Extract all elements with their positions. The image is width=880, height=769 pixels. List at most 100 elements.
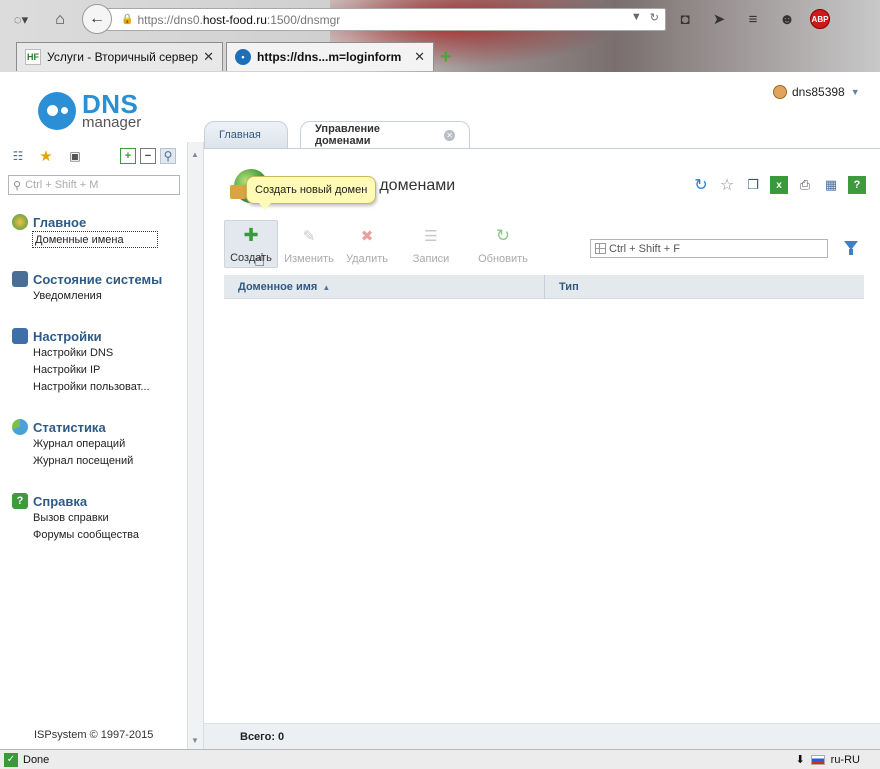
page-header-actions: ↻ ☆ ❐ x ⎙ ▦ ? xyxy=(692,176,866,194)
help-icon: ? xyxy=(12,493,28,509)
sidebar-search-input[interactable]: ⚲ Ctrl + Shift + M xyxy=(8,175,180,195)
browser-tab-1[interactable]: HF Услуги - Вторичный сервер... ✕ xyxy=(16,42,223,71)
home-globe-icon xyxy=(12,214,28,230)
sidebar-item-notifications[interactable]: Уведомления xyxy=(33,288,162,305)
sidebar-toolbar: ☷ ★ ▣ + − ⚲ xyxy=(10,148,180,166)
filter-search-input[interactable]: Ctrl + Shift + F xyxy=(590,239,828,258)
logo-icon xyxy=(38,91,76,130)
table-footer: Всего: 0 xyxy=(204,723,880,750)
add-document-icon: ✚ xyxy=(243,224,259,245)
checkmark-icon: ✓ xyxy=(4,752,18,767)
smiley-icon[interactable]: ☻ xyxy=(776,8,798,30)
reload-icon[interactable]: ↻ xyxy=(692,176,710,194)
column-header-domain-name[interactable]: Доменное имя ▲ xyxy=(224,275,545,299)
refresh-icon: ↻ xyxy=(495,226,511,245)
sidebar-group-title: Главное xyxy=(33,214,87,230)
refresh-button[interactable]: ↻ Обновить xyxy=(474,220,532,268)
pie-chart-icon xyxy=(12,419,28,435)
delete-button[interactable]: ✖ Удалить xyxy=(338,220,396,268)
pin-icon[interactable]: ⚲ xyxy=(160,148,176,164)
table-settings-icon[interactable]: ▦ xyxy=(822,176,840,194)
sidebar-group-header[interactable]: Состояние системы xyxy=(12,270,162,288)
column-header-type[interactable]: Тип xyxy=(545,275,579,299)
sidebar-item-community-forums[interactable]: Форумы сообщества xyxy=(33,527,139,544)
sidebar-group-header[interactable]: Настройки xyxy=(12,327,150,345)
close-tab-icon[interactable]: ✕ xyxy=(203,49,214,65)
create-tooltip: Создать новый домен xyxy=(246,176,377,210)
tree-view-icon[interactable]: ☷ xyxy=(10,148,26,164)
search-icon: ⚲ xyxy=(13,179,22,192)
theme-icon[interactable]: ◌▾ xyxy=(6,9,36,31)
sidebar-item-dns-settings[interactable]: Настройки DNS xyxy=(33,345,150,362)
scroll-down-icon[interactable]: ▼ xyxy=(191,736,199,745)
browser-tab-2[interactable]: • https://dns...m=loginform ✕ xyxy=(226,42,434,71)
refresh-label: Обновить xyxy=(478,253,528,265)
reload-icon[interactable]: ↻ xyxy=(650,11,659,24)
records-icon: ☰ xyxy=(424,228,438,245)
sidebar-item-visits-log[interactable]: Журнал посещений xyxy=(33,453,133,470)
favorite-star-icon[interactable]: ☆ xyxy=(718,176,736,194)
url-host: host-food.ru xyxy=(202,12,267,27)
logo-subtitle: manager xyxy=(82,114,142,131)
sidebar-group-help: ? Справка Вызов справки Форумы сообществ… xyxy=(12,492,139,544)
print-icon[interactable]: ⎙ xyxy=(796,176,814,194)
sidebar-item-ip-settings[interactable]: Настройки IP xyxy=(33,362,150,379)
filter-placeholder: Ctrl + Shift + F xyxy=(609,242,680,255)
briefcase-icon[interactable]: ▣ xyxy=(67,148,83,164)
sidebar-group-system-status: Состояние системы Уведомления xyxy=(12,270,162,305)
tab-label: Управление доменами xyxy=(315,123,381,147)
excel-export-icon[interactable]: x xyxy=(770,176,788,194)
url-suffix: :1500/dnsmgr xyxy=(266,12,341,27)
table-header: Доменное имя ▲ Тип xyxy=(224,275,864,299)
browser-tabs: HF Услуги - Вторичный сервер... ✕ • http… xyxy=(0,40,880,72)
browser-status-bar: ✓ Done ⬇ ru-RU xyxy=(0,749,880,769)
edit-button[interactable]: ✎ Изменить xyxy=(280,220,338,268)
user-menu[interactable]: dns85398 ▼ xyxy=(773,85,860,99)
expand-all-icon[interactable]: + xyxy=(120,148,136,164)
pocket-icon[interactable]: ◘ xyxy=(674,8,696,30)
sidebar-item-user-settings[interactable]: Настройки пользоват... xyxy=(33,379,150,396)
sidebar-group-title: Статистика xyxy=(33,419,106,435)
new-tab-button[interactable]: + xyxy=(440,46,452,69)
sidebar-group-settings: Настройки Настройки DNS Настройки IP Нас… xyxy=(12,327,150,396)
create-label: Создать xyxy=(230,252,272,264)
help-icon[interactable]: ? xyxy=(848,176,866,194)
total-count: Всего: 0 xyxy=(240,731,285,743)
tab-title: Услуги - Вторичный сервер... xyxy=(47,50,200,64)
tab-domain-management[interactable]: Управление доменами ✕ xyxy=(300,121,470,148)
delete-document-icon: ✖ xyxy=(360,228,374,245)
close-tab-icon[interactable]: ✕ xyxy=(414,49,425,65)
back-button[interactable]: ← xyxy=(82,4,112,34)
sidebar-group-header[interactable]: Главное xyxy=(12,213,158,231)
tab-favicon-icon: HF xyxy=(25,49,41,65)
home-icon[interactable]: ⌂ xyxy=(48,8,72,32)
scroll-up-icon[interactable]: ▲ xyxy=(191,150,199,159)
sidebar-scrollbar[interactable]: ▲ ▼ xyxy=(188,142,204,749)
favorites-star-icon[interactable]: ★ xyxy=(38,148,54,165)
hand-cursor-icon: ☝ xyxy=(254,250,265,270)
sidebar-item-domain-names[interactable]: Доменные имена xyxy=(32,231,158,248)
sidebar-group-header[interactable]: ? Справка xyxy=(12,492,139,510)
sidebar-item-operations-log[interactable]: Журнал операций xyxy=(33,436,133,453)
close-tab-icon[interactable]: ✕ xyxy=(444,129,455,141)
sidebar-group-header[interactable]: Статистика xyxy=(12,418,133,436)
user-icon xyxy=(773,85,787,99)
lock-icon: 🔒 xyxy=(121,14,134,25)
filter-icon[interactable] xyxy=(844,241,858,255)
sort-asc-icon: ▲ xyxy=(322,282,331,292)
tab-home[interactable]: Главная xyxy=(204,121,288,148)
download-arrow-icon[interactable]: ⬇ xyxy=(795,753,804,766)
send-icon[interactable]: ➤ xyxy=(708,8,730,30)
sidebar-group-statistics: Статистика Журнал операций Журнал посеще… xyxy=(12,418,133,470)
records-button[interactable]: ☰ Записи xyxy=(402,220,460,268)
url-bar[interactable]: 🔒 https://dns0. host-food.ru:1500/dnsmgr … xyxy=(100,8,666,31)
menu-icon[interactable]: ≡ xyxy=(742,8,764,30)
create-button[interactable]: ✚ Создать xyxy=(224,220,278,268)
collapse-all-icon[interactable]: − xyxy=(140,148,156,164)
locale-label[interactable]: ru-RU xyxy=(831,754,860,766)
adblock-icon[interactable]: ABP xyxy=(810,9,830,29)
copy-icon[interactable]: ❐ xyxy=(744,176,762,194)
sidebar-item-call-help[interactable]: Вызов справки xyxy=(33,510,139,527)
records-label: Записи xyxy=(412,253,450,265)
dropdown-icon[interactable]: ▼ xyxy=(631,11,642,24)
